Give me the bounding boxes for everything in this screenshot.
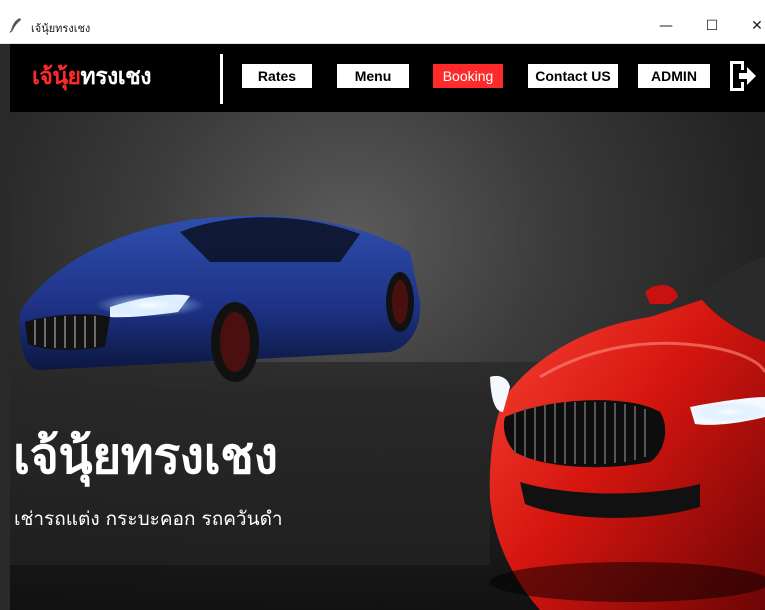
minimize-icon: — [659,18,673,34]
blue-car [19,215,421,382]
hero-subtitle: เช่ารถแต่ง กระบะคอก รถควันดำ [14,508,283,530]
booking-button[interactable]: Booking [433,64,503,88]
window-titlebar[interactable]: เจ้นุ้ยทรงเชง — ☐ ✕ [0,0,765,44]
navbar: เจ้นุ้ยทรงเชง Rates Menu Booking Contact… [10,44,765,112]
menu-button[interactable]: Menu [337,64,409,88]
admin-button[interactable]: ADMIN [638,64,710,88]
brand-logo-part-white: ทรงเชง [80,64,152,90]
maximize-icon: ☐ [705,18,719,34]
hero-title: เจ้นุ้ยทรงเชง [13,427,278,485]
logout-icon[interactable] [727,59,757,93]
app-content: เจ้นุ้ยทรงเชง Rates Menu Booking Contact… [10,44,765,610]
brand-logo[interactable]: เจ้นุ้ยทรงเชง [32,60,152,94]
feather-icon [9,18,21,33]
hero-banner: เจ้นุ้ยทรงเชง เช่ารถแต่ง กระบะคอก รถควัน… [10,112,765,610]
minimize-button[interactable]: — [648,14,684,38]
brand-logo-part-red: เจ้นุ้ย [32,64,81,90]
close-button[interactable]: ✕ [739,14,765,38]
window-title: เจ้นุ้ยทรงเชง [31,22,91,35]
nav-divider [220,54,223,104]
red-car [489,257,765,610]
close-icon: ✕ [751,18,763,34]
rates-button[interactable]: Rates [242,64,312,88]
maximize-button[interactable]: ☐ [694,14,730,38]
contact-us-button[interactable]: Contact US [528,64,618,88]
